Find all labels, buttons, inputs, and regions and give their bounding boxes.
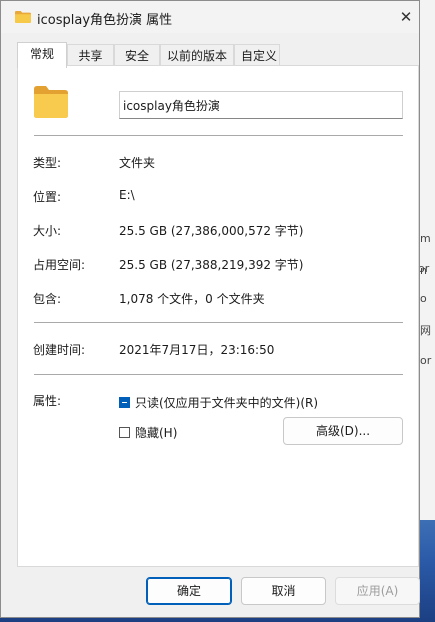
background-window: m n or o 网 or xyxy=(418,0,435,540)
background-text: 网 xyxy=(420,324,431,337)
window-title: icosplay角色扮演 属性 xyxy=(37,13,173,28)
divider xyxy=(34,135,403,136)
created-label: 创建时间: xyxy=(33,343,86,357)
tab-customize[interactable]: 自定义 xyxy=(234,44,280,66)
size-on-disk-label: 占用空间: xyxy=(33,258,86,272)
size-label: 大小: xyxy=(33,224,62,238)
background-text: o xyxy=(420,292,427,305)
divider xyxy=(34,322,403,323)
size-value: 25.5 GB (27,386,000,572 字节) xyxy=(119,224,304,238)
readonly-checkbox[interactable] xyxy=(119,396,130,408)
type-value: 文件夹 xyxy=(119,156,156,170)
tab-sharing[interactable]: 共享 xyxy=(67,44,114,66)
cancel-button[interactable]: 取消 xyxy=(241,577,326,605)
divider xyxy=(34,374,403,375)
background-text: m xyxy=(420,232,431,245)
advanced-button[interactable]: 高级(D)... xyxy=(283,417,403,445)
folder-icon xyxy=(34,86,68,118)
hidden-checkbox[interactable] xyxy=(119,426,130,438)
attributes-label: 属性: xyxy=(33,394,62,408)
title-bar[interactable]: icosplay角色扮演 属性 ✕ xyxy=(1,1,419,33)
apply-button[interactable]: 应用(A) xyxy=(335,577,420,605)
hidden-checkbox-row[interactable]: 隐藏(H) xyxy=(119,424,177,440)
ok-button[interactable]: 确定 xyxy=(146,577,232,605)
contains-label: 包含: xyxy=(33,292,62,306)
folder-icon xyxy=(15,11,31,23)
contains-value: 1,078 个文件，0 个文件夹 xyxy=(119,292,265,306)
readonly-checkbox-label: 只读(仅应用于文件夹中的文件)(R) xyxy=(135,395,319,410)
general-panel: 类型: 文件夹 位置: E:\ 大小: 25.5 GB (27,386,000,… xyxy=(17,65,419,567)
properties-dialog: icosplay角色扮演 属性 ✕ 常规 共享 安全 以前的版本 自定义 类型:… xyxy=(0,0,420,618)
tab-general[interactable]: 常规 xyxy=(17,42,67,68)
readonly-checkbox-row[interactable]: 只读(仅应用于文件夹中的文件)(R) xyxy=(119,394,318,410)
type-label: 类型: xyxy=(33,156,62,170)
tab-previous-versions[interactable]: 以前的版本 xyxy=(160,44,234,66)
size-on-disk-value: 25.5 GB (27,388,219,392 字节) xyxy=(119,258,304,272)
folder-name-input[interactable] xyxy=(119,91,403,119)
created-value: 2021年7月17日，23:16:50 xyxy=(119,343,275,357)
hidden-checkbox-label: 隐藏(H) xyxy=(135,425,178,440)
location-value: E:\ xyxy=(119,188,135,202)
close-button[interactable]: ✕ xyxy=(395,6,417,28)
tab-security[interactable]: 安全 xyxy=(114,44,160,66)
location-label: 位置: xyxy=(33,190,62,204)
background-text: or xyxy=(420,354,432,367)
